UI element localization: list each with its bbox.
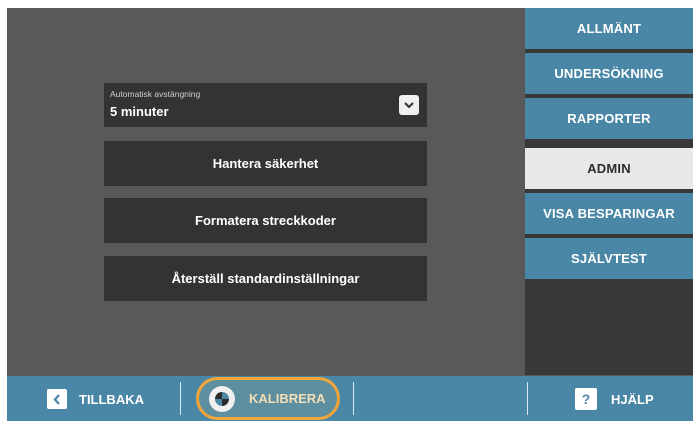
main-panel: Automatisk avstängning 5 minuter Hantera… [7,8,524,375]
auto-off-label: Automatisk avstängning [110,89,201,99]
divider [180,382,181,415]
sidebar-item-admin[interactable]: ADMIN [525,148,693,189]
sidebar-item-sjalvtest[interactable]: SJÄLVTEST [525,238,693,279]
bottom-bar: TILLBAKA KALIBRERA ? HJÄLP [7,376,693,421]
calibrate-icon [209,385,235,412]
screen: Automatisk avstängning 5 minuter Hantera… [7,8,693,421]
back-label: TILLBAKA [79,391,144,407]
calibrate-label: KALIBRERA [249,391,326,406]
format-barcodes-button[interactable]: Formatera streckkoder [104,198,427,243]
calibrate-button[interactable]: KALIBRERA [196,377,340,420]
divider [527,382,528,415]
sidebar-item-visa-besparingar[interactable]: VISA BESPARINGAR [525,193,693,234]
back-button[interactable]: TILLBAKA [47,386,144,412]
sidebar-item-allmant[interactable]: ALLMÄNT [525,8,693,49]
sidebar: ALLMÄNT UNDERSÖKNING RAPPORTER ADMIN VIS… [525,8,693,375]
help-label: HJÄLP [611,391,654,407]
help-button[interactable]: ? HJÄLP [575,386,654,412]
sidebar-item-undersokning[interactable]: UNDERSÖKNING [525,53,693,94]
restore-defaults-button[interactable]: Återställ standardinställningar [104,256,427,301]
manage-security-button[interactable]: Hantera säkerhet [104,141,427,186]
chevron-down-icon[interactable] [399,95,419,115]
auto-off-dropdown[interactable]: Automatisk avstängning 5 minuter [104,83,427,127]
question-icon: ? [575,388,597,410]
sidebar-item-rapporter[interactable]: RAPPORTER [525,98,693,139]
auto-off-value: 5 minuter [110,104,169,119]
divider [353,382,354,415]
chevron-left-icon [47,389,67,409]
